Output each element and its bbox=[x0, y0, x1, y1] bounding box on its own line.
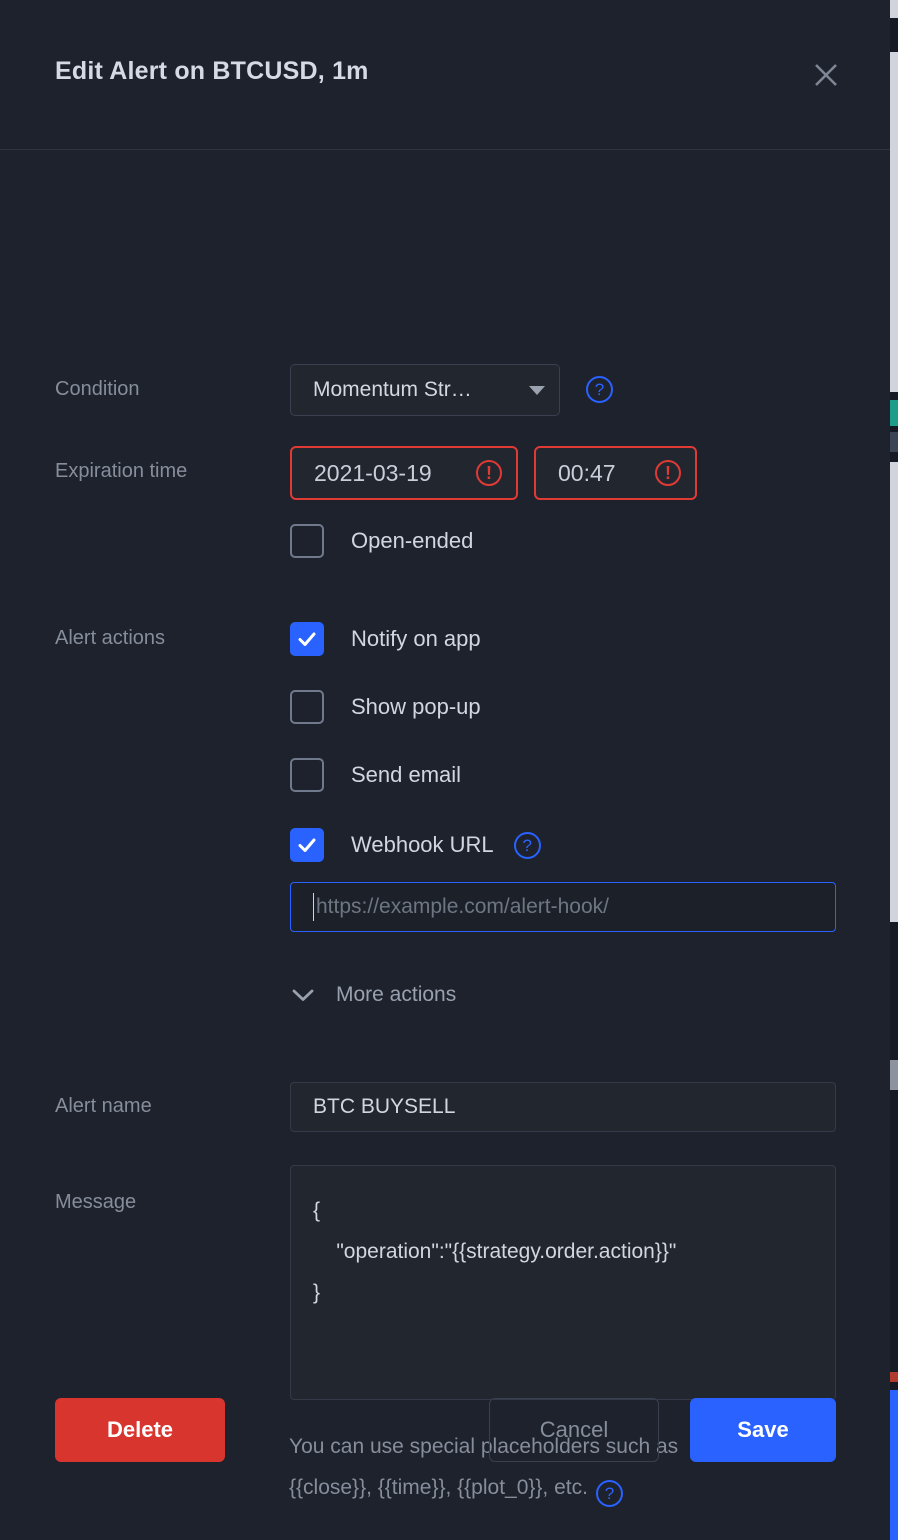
error-exclamation-icon: ! bbox=[476, 460, 502, 486]
background-strip bbox=[890, 1390, 898, 1540]
webhook-url-label: Webhook URL bbox=[351, 832, 494, 857]
chevron-down-icon bbox=[529, 385, 545, 395]
open-ended-checkbox-row[interactable]: Open-ended bbox=[290, 524, 473, 558]
expiration-time-value: 00:47 bbox=[558, 459, 616, 486]
background-strip bbox=[890, 0, 898, 18]
dialog-header: Edit Alert on BTCUSD, 1m bbox=[0, 0, 890, 150]
close-icon[interactable] bbox=[807, 56, 845, 94]
condition-selected-value: Momentum Str… bbox=[313, 378, 472, 401]
webhook-url-input[interactable]: https://example.com/alert-hook/ bbox=[290, 882, 836, 932]
alert-name-input[interactable]: BTC BUYSELL bbox=[290, 1082, 836, 1132]
expiration-time-input[interactable]: 00:47 ! bbox=[534, 446, 697, 500]
background-strip bbox=[890, 432, 898, 452]
save-button[interactable]: Save bbox=[690, 1398, 836, 1462]
chevron-down-icon bbox=[290, 982, 316, 1008]
text-cursor bbox=[313, 893, 314, 921]
webhook-url-checkbox-row[interactable]: Webhook URL ? bbox=[290, 828, 541, 862]
condition-dropdown[interactable]: Momentum Str… bbox=[290, 364, 560, 416]
expiration-date-input[interactable]: 2021-03-19 ! bbox=[290, 446, 518, 500]
more-actions-toggle[interactable]: More actions bbox=[290, 982, 456, 1008]
background-strip bbox=[890, 1060, 898, 1090]
expiration-time-label: Expiration time bbox=[55, 460, 188, 482]
question-mark-icon[interactable]: ? bbox=[513, 831, 541, 859]
message-value: { "operation":"{{strategy.order.action}}… bbox=[313, 1199, 677, 1304]
checkbox-checked-icon[interactable] bbox=[290, 622, 324, 656]
notify-on-app-checkbox-row[interactable]: Notify on app bbox=[290, 622, 481, 656]
condition-label: Condition bbox=[55, 378, 140, 400]
delete-button[interactable]: Delete bbox=[55, 1398, 225, 1462]
expiration-date-value: 2021-03-19 bbox=[314, 459, 432, 486]
webhook-url-placeholder: https://example.com/alert-hook/ bbox=[316, 895, 609, 918]
show-popup-checkbox-row[interactable]: Show pop-up bbox=[290, 690, 481, 724]
send-email-label: Send email bbox=[351, 762, 462, 787]
question-mark-icon[interactable]: ? bbox=[586, 376, 613, 403]
alert-actions-label: Alert actions bbox=[55, 627, 166, 649]
error-exclamation-icon: ! bbox=[655, 460, 681, 486]
checkbox-unchecked-icon[interactable] bbox=[290, 690, 324, 724]
background-strip bbox=[890, 400, 898, 426]
more-actions-label: More actions bbox=[336, 983, 457, 1006]
notify-on-app-label: Notify on app bbox=[351, 626, 481, 651]
send-email-checkbox-row[interactable]: Send email bbox=[290, 758, 461, 792]
question-mark-icon[interactable]: ? bbox=[595, 1480, 623, 1507]
message-label: Message bbox=[55, 1191, 137, 1213]
edit-alert-dialog: Edit Alert on BTCUSD, 1m Condition Momen… bbox=[0, 0, 890, 1540]
background-strip bbox=[890, 462, 898, 922]
dialog-title: Edit Alert on BTCUSD, 1m bbox=[55, 57, 369, 85]
alert-name-value: BTC BUYSELL bbox=[313, 1095, 456, 1118]
open-ended-label: Open-ended bbox=[351, 528, 474, 553]
message-textarea[interactable]: { "operation":"{{strategy.order.action}}… bbox=[290, 1165, 836, 1400]
show-popup-label: Show pop-up bbox=[351, 694, 481, 719]
checkbox-checked-icon[interactable] bbox=[290, 828, 324, 862]
background-strip bbox=[890, 52, 898, 392]
background-strip bbox=[890, 1372, 898, 1382]
cancel-button[interactable]: Cancel bbox=[489, 1398, 659, 1462]
checkbox-unchecked-icon[interactable] bbox=[290, 758, 324, 792]
alert-name-label: Alert name bbox=[55, 1095, 152, 1117]
checkbox-unchecked-icon[interactable] bbox=[290, 524, 324, 558]
placeholder-hint-line2: {{close}}, {{time}}, {{plot_0}}, etc. bbox=[289, 1476, 588, 1499]
